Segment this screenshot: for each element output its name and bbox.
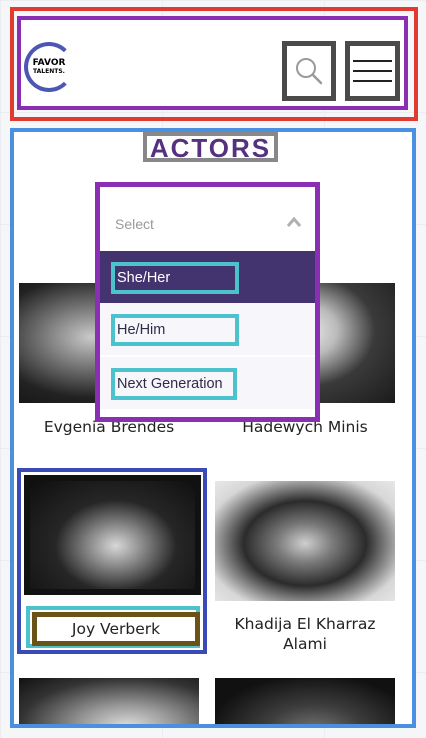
- dropdown-option-she-her[interactable]: She/Her: [100, 251, 315, 303]
- page-title: ACTORS: [143, 132, 278, 162]
- hamburger-menu-icon: [353, 80, 392, 82]
- actor-name-khadija-el-kharraz-alami[interactable]: Khadija El Kharraz Alami: [215, 614, 395, 654]
- search-icon: [296, 58, 323, 85]
- actor-name-line-2: Alami: [283, 635, 327, 653]
- actor-photo[interactable]: [215, 678, 395, 724]
- actor-photo-khadija-el-kharraz-alami[interactable]: [215, 481, 395, 601]
- hamburger-menu-button[interactable]: [345, 41, 400, 101]
- hamburger-menu-icon: [353, 70, 392, 72]
- logo-text-talents: TALENTS.: [33, 67, 65, 75]
- dropdown-placeholder: Select: [115, 216, 154, 232]
- actor-name-joy-verberk[interactable]: Joy Verberk: [37, 619, 195, 639]
- dropdown-option-he-him[interactable]: He/Him: [100, 303, 315, 355]
- actor-name-line-1: Khadija El Kharraz: [234, 615, 376, 633]
- hamburger-menu-icon: [353, 60, 392, 62]
- actor-photo[interactable]: [19, 678, 199, 724]
- option-label: Next Generation: [111, 368, 237, 400]
- favor-talents-logo[interactable]: FAVOR TALENTS.: [24, 42, 74, 92]
- actor-name-box: Joy Verberk: [32, 612, 200, 646]
- pronoun-filter-dropdown[interactable]: Select She/Her He/Him Next Generation: [95, 182, 320, 422]
- actor-name-highlight: Joy Verberk: [26, 606, 200, 648]
- actor-photo-joy-verberk[interactable]: [24, 475, 201, 595]
- site-header: FAVOR TALENTS.: [17, 16, 408, 110]
- dropdown-select[interactable]: Select: [100, 200, 315, 254]
- option-label: She/Her: [111, 262, 239, 294]
- search-button[interactable]: [282, 41, 336, 101]
- actor-card-joy-verberk[interactable]: Joy Verberk: [17, 468, 207, 654]
- option-label: He/Him: [111, 314, 239, 346]
- logo-text-favor: FAVOR: [32, 57, 66, 68]
- dropdown-option-next-generation[interactable]: Next Generation: [100, 357, 315, 409]
- chevron-up-icon[interactable]: [286, 216, 302, 228]
